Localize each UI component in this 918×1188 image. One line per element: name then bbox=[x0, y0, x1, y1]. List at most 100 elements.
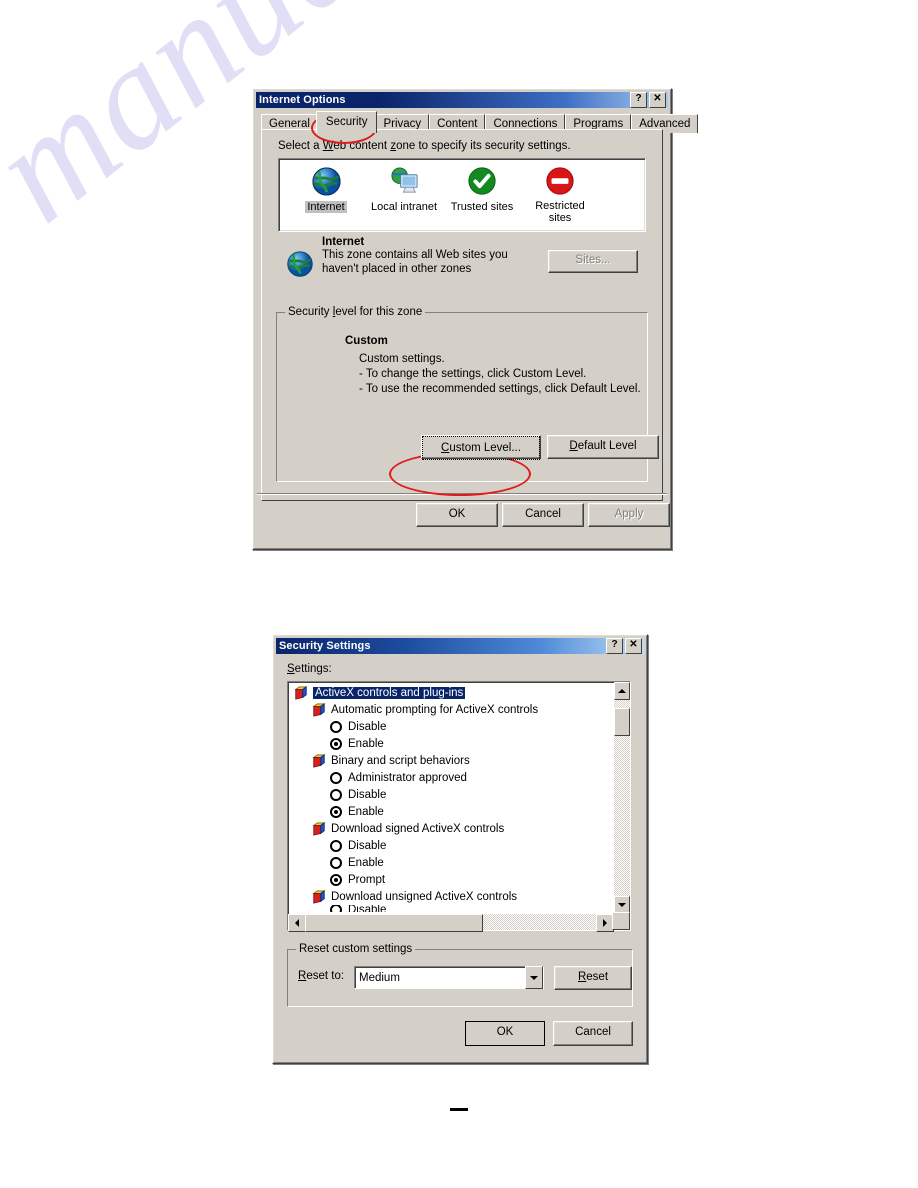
list-item[interactable]: Disable bbox=[290, 718, 612, 735]
list-item[interactable]: Enable bbox=[290, 735, 612, 752]
ok-button[interactable]: OK bbox=[416, 503, 498, 527]
green-check-icon bbox=[443, 165, 521, 197]
list-item[interactable]: Download signed ActiveX controls bbox=[290, 820, 612, 837]
list-item[interactable]: Binary and script behaviors bbox=[290, 752, 612, 769]
list-item[interactable]: Enable bbox=[290, 803, 612, 820]
zone-internet[interactable]: Internet bbox=[287, 165, 365, 226]
close-icon-2[interactable]: ✕ bbox=[625, 638, 642, 654]
list-item-label: Binary and script behaviors bbox=[331, 754, 470, 767]
horizontal-scroll-thumb[interactable] bbox=[305, 914, 483, 932]
settings-listbox[interactable]: ActiveX controls and plug-ins Automatic … bbox=[287, 681, 631, 932]
radio-disable[interactable] bbox=[330, 720, 342, 733]
list-item-label: ActiveX controls and plug-ins bbox=[313, 686, 466, 699]
list-item[interactable]: Automatic prompting for ActiveX controls bbox=[290, 701, 612, 718]
settings-item-icon bbox=[312, 753, 326, 768]
close-icon[interactable]: ✕ bbox=[649, 92, 666, 108]
zone-restricted-sites-text: Restricted sites bbox=[535, 200, 585, 224]
list-item[interactable]: Disable bbox=[290, 786, 612, 803]
sites-button[interactable]: Sites... bbox=[548, 250, 638, 273]
default-level-button[interactable]: Default Level bbox=[547, 435, 659, 459]
arrow-up-icon bbox=[618, 689, 626, 693]
cancel-button-2[interactable]: Cancel bbox=[553, 1021, 633, 1046]
globe-small-icon bbox=[286, 250, 314, 283]
ok-button-2-label: OK bbox=[496, 1026, 514, 1038]
custom-level-button[interactable]: Custom Level... bbox=[421, 435, 541, 460]
combo-arrow-icon bbox=[530, 975, 538, 980]
zone-detail: Internet This zone contains all Web site… bbox=[278, 236, 646, 286]
internet-options-title: Internet Options bbox=[259, 94, 346, 106]
reset-button-label: Reset bbox=[577, 971, 609, 983]
security-settings-title: Security Settings bbox=[279, 640, 371, 652]
footer-separator-highlight bbox=[257, 494, 667, 495]
settings-list-content: ActiveX controls and plug-ins Automatic … bbox=[290, 684, 612, 912]
radio-administrator-approved[interactable] bbox=[330, 771, 342, 784]
zone-local-intranet[interactable]: Local intranet bbox=[365, 165, 443, 226]
zone-internet-label: Internet bbox=[305, 201, 347, 213]
arrow-left-icon bbox=[295, 919, 299, 927]
reset-button[interactable]: Reset bbox=[554, 966, 632, 990]
reset-to-label: Reset to: bbox=[298, 970, 345, 982]
apply-button[interactable]: Apply bbox=[588, 503, 670, 527]
list-item[interactable]: ActiveX controls and plug-ins bbox=[290, 684, 612, 701]
apply-button-label: Apply bbox=[614, 508, 644, 520]
security-level-group: Security level for this zone Custom Cust… bbox=[276, 306, 659, 482]
scroll-left-button[interactable] bbox=[288, 914, 306, 932]
list-item[interactable]: Prompt bbox=[290, 871, 612, 888]
list-item-label: Download unsigned ActiveX controls bbox=[331, 890, 518, 903]
radio-disable[interactable] bbox=[330, 788, 342, 801]
cancel-button-label: Cancel bbox=[525, 508, 561, 520]
settings-label: Settings: bbox=[287, 663, 332, 675]
radio-enable[interactable] bbox=[330, 805, 342, 818]
tab-security-label: Security bbox=[325, 116, 368, 128]
settings-item-icon bbox=[312, 889, 326, 904]
cancel-button[interactable]: Cancel bbox=[502, 503, 584, 527]
default-level-button-label: Default Level bbox=[569, 440, 637, 452]
sites-button-label: Sites... bbox=[575, 254, 611, 266]
security-settings-dialog: Security Settings ? ✕ Settings: ActiveX … bbox=[272, 634, 648, 1064]
settings-vertical-scrollbar[interactable] bbox=[614, 682, 630, 914]
reset-to-combobox[interactable]: Medium bbox=[354, 966, 544, 989]
computer-globe-icon bbox=[365, 165, 443, 197]
security-level-line-1: Custom settings. bbox=[359, 353, 445, 365]
security-level-line-3: - To use the recommended settings, click… bbox=[359, 383, 641, 395]
help-button-2[interactable]: ? bbox=[606, 638, 623, 654]
chevron-down-icon[interactable] bbox=[525, 966, 543, 989]
list-item[interactable]: Administrator approved bbox=[290, 769, 612, 786]
help-button[interactable]: ? bbox=[630, 92, 647, 108]
security-level-name: Custom bbox=[345, 335, 388, 347]
ok-button-2[interactable]: OK bbox=[465, 1021, 545, 1046]
zone-trusted-sites[interactable]: Trusted sites bbox=[443, 165, 521, 226]
list-item-label: Administrator approved bbox=[348, 771, 467, 784]
radio-enable[interactable] bbox=[330, 737, 342, 750]
list-item[interactable]: Enable bbox=[290, 854, 612, 871]
list-item-label: Enable bbox=[348, 856, 384, 869]
list-item-label: Disable bbox=[348, 788, 387, 801]
zone-trusted-sites-label: Trusted sites bbox=[450, 201, 514, 213]
settings-item-icon bbox=[312, 821, 326, 836]
vertical-scroll-thumb[interactable] bbox=[614, 708, 630, 736]
settings-category-icon bbox=[294, 685, 308, 700]
zone-list[interactable]: Internet Local intranet Trusted sites Re… bbox=[278, 158, 646, 232]
settings-item-icon bbox=[312, 702, 326, 717]
settings-horizontal-scrollbar[interactable] bbox=[288, 914, 614, 932]
security-settings-titlebar: Security Settings ? ✕ bbox=[276, 638, 644, 654]
zone-restricted-sites[interactable]: Restricted sites bbox=[521, 165, 599, 226]
list-item-label: Disable bbox=[348, 839, 387, 852]
radio-disable[interactable] bbox=[330, 839, 342, 852]
list-item-label: Disable bbox=[348, 905, 387, 912]
reset-custom-settings-group: Reset custom settings Reset to: Medium R… bbox=[287, 943, 633, 1007]
list-item-label: Download signed ActiveX controls bbox=[331, 822, 505, 835]
list-item[interactable]: Disable bbox=[290, 837, 612, 854]
radio-prompt[interactable] bbox=[330, 873, 342, 886]
zone-detail-name: Internet bbox=[322, 236, 365, 248]
security-level-line-2: - To change the settings, click Custom L… bbox=[359, 368, 587, 380]
scroll-up-button[interactable] bbox=[614, 682, 630, 700]
globe-icon bbox=[287, 165, 365, 197]
radio-enable[interactable] bbox=[330, 856, 342, 869]
list-item[interactable]: Download unsigned ActiveX controls bbox=[290, 888, 612, 905]
list-item-label: Enable bbox=[348, 805, 384, 818]
tab-security[interactable]: Security bbox=[315, 111, 378, 133]
radio-disable[interactable] bbox=[330, 905, 342, 912]
custom-level-button-label: Custom Level... bbox=[441, 442, 521, 454]
list-item[interactable]: Disable bbox=[290, 905, 612, 912]
